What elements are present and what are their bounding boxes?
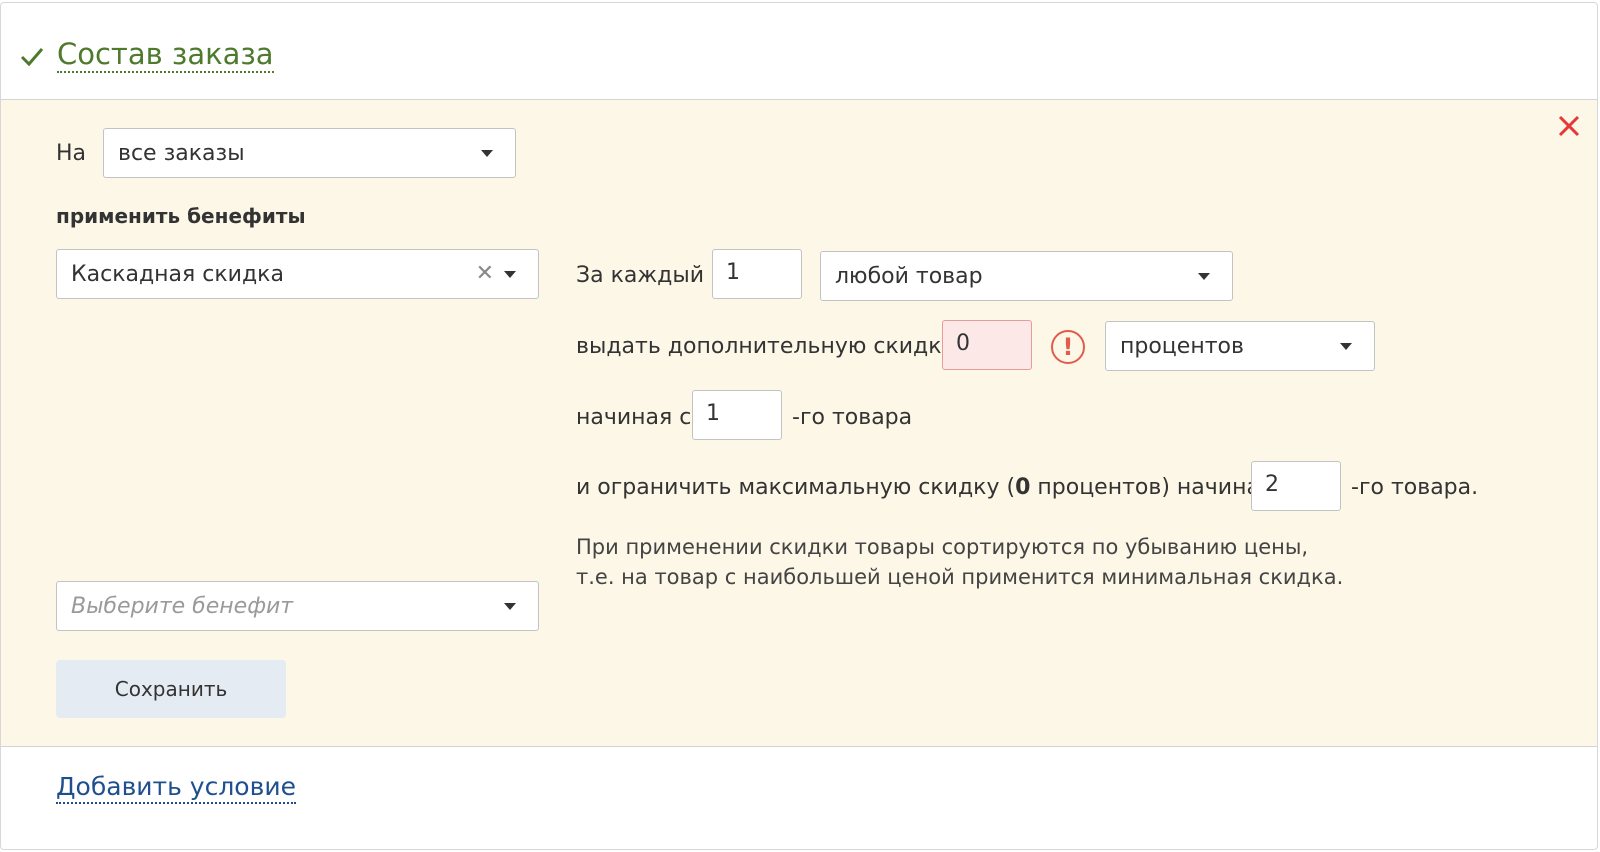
check-icon: [20, 48, 44, 67]
limit-text: и ограничить максимальную скидку (0 проц…: [576, 473, 1292, 503]
starting-item-value: 1: [706, 401, 720, 426]
on-label: На: [56, 141, 87, 166]
limit-value: 0: [1015, 475, 1031, 500]
per-each-value: 1: [726, 260, 740, 285]
chevron-down-icon: [504, 603, 516, 610]
chevron-down-icon: [1340, 343, 1352, 350]
per-each-input[interactable]: 1: [712, 249, 802, 299]
add-condition-link[interactable]: Добавить условие: [56, 772, 296, 804]
save-button[interactable]: Сохранить: [56, 660, 286, 718]
starting-item-input[interactable]: 1: [692, 390, 782, 440]
order-scope-select[interactable]: все заказы: [103, 128, 516, 178]
note-line-1: При применении скидки товары сортируются…: [576, 535, 1309, 559]
close-icon[interactable]: [1557, 114, 1581, 138]
product-select[interactable]: любой товар: [820, 251, 1233, 301]
limit-suffix: -го товара.: [1351, 475, 1479, 500]
chevron-down-icon: [481, 150, 493, 157]
limit-from-input[interactable]: 2: [1251, 461, 1341, 511]
per-each-label: За каждый: [576, 263, 705, 288]
chevron-down-icon: [1198, 273, 1210, 280]
product-select-value: любой товар: [835, 264, 983, 289]
extra-discount-label: выдать дополнительную скидку: [576, 334, 955, 359]
clear-icon[interactable]: ✕: [476, 263, 494, 285]
limit-from-value: 2: [1265, 472, 1279, 497]
sorting-note: При применении скидки товары сортируются…: [576, 532, 1343, 592]
section-header: Состав заказа: [1, 3, 1597, 100]
new-benefit-placeholder: Выберите бенефит: [71, 594, 294, 619]
note-line-2: т.е. на товар с наибольшей ценой примени…: [576, 565, 1344, 589]
starting-suffix: -го товара: [792, 405, 913, 430]
starting-label: начиная с: [576, 405, 692, 430]
benefit-select[interactable]: Каскадная скидка ✕: [56, 249, 539, 299]
discount-unit-select[interactable]: процентов: [1105, 321, 1375, 371]
condition-panel: На все заказы применить бенефиты Каскадн…: [1, 100, 1597, 747]
extra-discount-input[interactable]: 0: [942, 320, 1032, 370]
order-scope-value: все заказы: [118, 141, 245, 166]
section-title[interactable]: Состав заказа: [57, 37, 274, 73]
extra-discount-value: 0: [956, 331, 970, 356]
order-composition-card: Состав заказа На все заказы применить бе…: [0, 2, 1598, 850]
limit-prefix: и ограничить максимальную скидку (: [576, 475, 1016, 500]
discount-unit-value: процентов: [1120, 334, 1244, 359]
apply-benefits-label: применить бенефиты: [56, 204, 306, 228]
new-benefit-select[interactable]: Выберите бенефит: [56, 581, 539, 631]
benefit-select-value: Каскадная скидка: [71, 262, 284, 287]
warning-icon: !: [1051, 330, 1085, 364]
chevron-down-icon: [504, 271, 516, 278]
